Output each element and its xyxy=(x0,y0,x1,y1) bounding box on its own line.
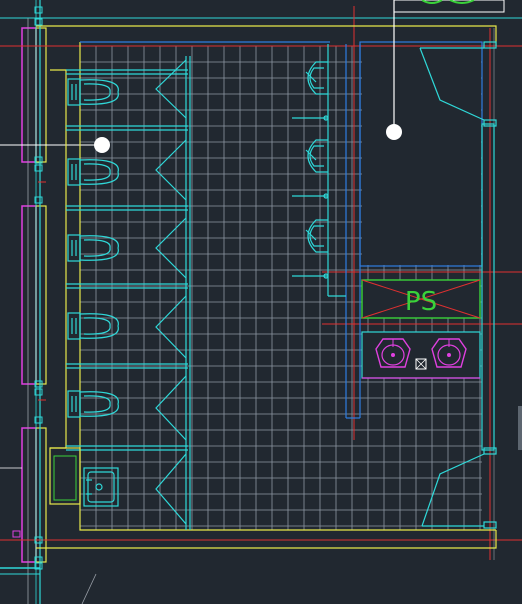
accessible-sink xyxy=(49,447,119,507)
toilet-icon xyxy=(67,234,119,262)
urinal-icon xyxy=(292,139,329,199)
urinal-wall xyxy=(292,44,346,297)
toilet-icon xyxy=(67,78,119,106)
urinal-icon xyxy=(292,61,329,121)
column-marker-icon xyxy=(12,530,21,538)
toilet-icon xyxy=(67,390,119,418)
viewport-scroll-handle[interactable] xyxy=(518,406,522,450)
shaft-label: PS xyxy=(405,287,437,317)
light-fixture-icon xyxy=(386,124,402,140)
toilet-icon xyxy=(67,158,119,186)
sink-icon xyxy=(83,467,119,507)
floor-plan: PS xyxy=(0,0,522,604)
cad-viewport: PS xyxy=(0,0,522,604)
toilet-icon xyxy=(67,312,119,340)
light-fixture-icon xyxy=(94,137,110,153)
column-markers xyxy=(12,6,43,570)
urinal-icon xyxy=(292,219,329,279)
